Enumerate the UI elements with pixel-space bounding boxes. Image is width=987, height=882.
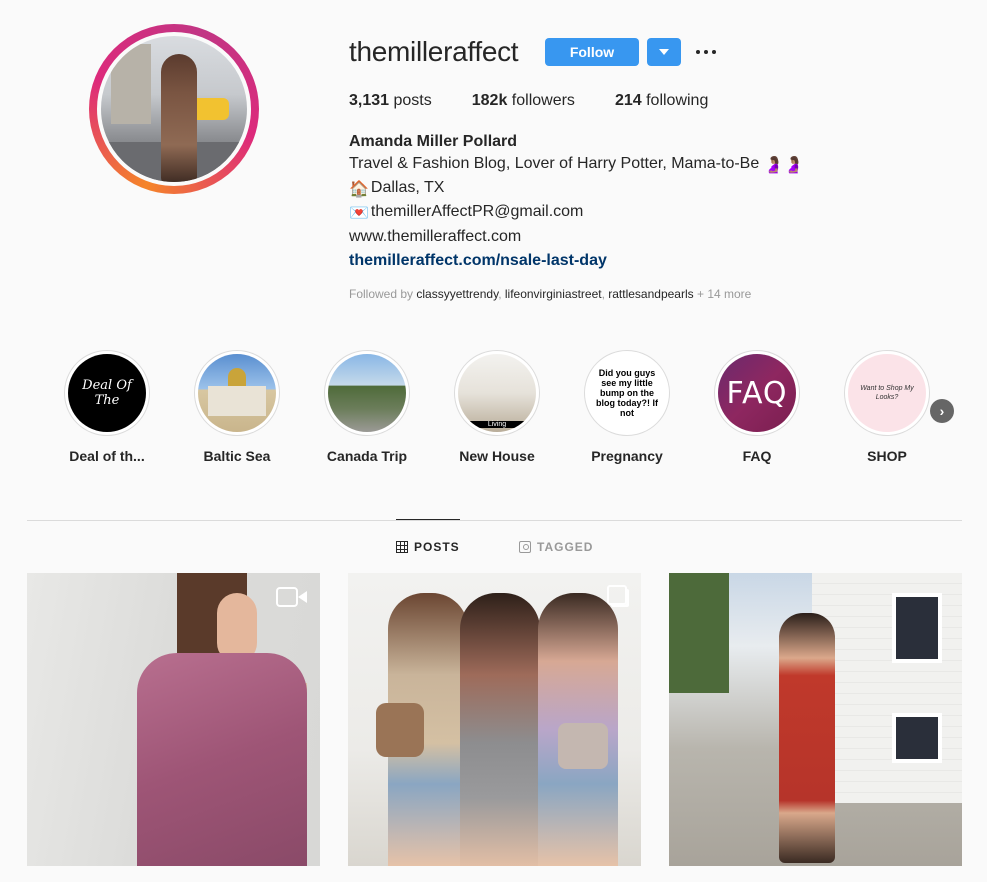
story-highlights: Deal Of The Deal of th... Baltic Sea Can…: [62, 350, 962, 470]
tab-label: POSTS: [414, 540, 460, 554]
house-emoji-icon: 🏠: [349, 181, 369, 198]
highlight-pregnancy[interactable]: Did you guys see my little bump on the b…: [582, 350, 672, 464]
followed-by-account[interactable]: rattlesandpearls: [608, 287, 693, 301]
followed-by-account[interactable]: classyyettrendy: [416, 287, 498, 301]
bio-line-3: 💌 themillerAffectPR@gmail.com: [349, 203, 583, 223]
followers-label[interactable]: followers: [512, 92, 575, 109]
bio-external-link[interactable]: themilleraffect.com/nsale-last-day: [349, 252, 607, 270]
highlight-shop[interactable]: Want to Shop My Looks? SHOP: [842, 350, 932, 464]
followed-by-more[interactable]: + 14 more: [697, 287, 751, 301]
highlight-cover: FAQ: [718, 354, 796, 432]
highlight-cover: [328, 354, 406, 432]
followers-count[interactable]: 182k: [472, 92, 508, 109]
posts-stat: 3,131 posts: [349, 92, 432, 110]
bio-email: themillerAffectPR@gmail.com: [370, 203, 584, 220]
followed-by-account[interactable]: lifeonvirginiastreet: [505, 287, 602, 301]
multiple-icon: [607, 585, 627, 605]
tagged-icon: [519, 541, 531, 553]
profile-avatar-ring[interactable]: [89, 24, 259, 194]
following-label[interactable]: following: [646, 92, 708, 109]
profile-stats: 3,131 posts 182k followers 214 following: [349, 92, 748, 110]
highlights-next-arrow-icon[interactable]: ›: [930, 399, 954, 423]
highlight-cover: Living: [458, 354, 536, 432]
suggested-dropdown-button[interactable]: [647, 38, 681, 66]
post-thumbnail[interactable]: [348, 573, 641, 866]
following-count[interactable]: 214: [615, 92, 642, 109]
highlight-label: Canada Trip: [326, 448, 408, 464]
post-thumbnail[interactable]: [669, 573, 962, 866]
active-tab-indicator: [396, 519, 460, 520]
pregnant-emoji-icon: 🤰🏽🤰🏽: [763, 157, 804, 174]
video-icon: [276, 587, 308, 607]
posts-count: 3,131: [349, 92, 390, 109]
followed-by-prefix: Followed by: [349, 287, 414, 301]
love-letter-emoji-icon: 💌: [349, 205, 369, 222]
posts-label: posts: [393, 92, 432, 109]
avatar-person: [161, 54, 197, 182]
highlight-deal-of-the-day[interactable]: Deal Of The Deal of th...: [62, 350, 152, 464]
more-options-icon[interactable]: [696, 40, 716, 64]
tabs-divider: [27, 520, 962, 521]
avatar-building: [111, 44, 151, 124]
post-thumbnail[interactable]: [27, 573, 320, 866]
profile-full-name: Amanda Miller Pollard: [349, 133, 518, 150]
followed-by[interactable]: Followed by classyyettrendy, lifeonvirgi…: [349, 287, 751, 301]
profile-avatar[interactable]: [97, 32, 251, 186]
bio-line-2: 🏠 Dallas, TX: [349, 179, 444, 199]
highlight-cover: Want to Shop My Looks?: [848, 354, 926, 432]
highlight-label: Deal of th...: [69, 448, 145, 464]
bio-text: Travel & Fashion Blog, Lover of Harry Po…: [349, 155, 760, 172]
bio-line-1: Travel & Fashion Blog, Lover of Harry Po…: [349, 155, 806, 175]
tab-tagged[interactable]: TAGGED: [519, 540, 593, 554]
highlight-cover: Did you guys see my little bump on the b…: [588, 354, 666, 432]
tab-label: TAGGED: [537, 540, 594, 554]
highlight-new-house[interactable]: Living New House: [452, 350, 542, 464]
profile-username: themilleraffect: [349, 36, 519, 67]
highlight-label: FAQ: [742, 448, 772, 464]
highlight-canada-trip[interactable]: Canada Trip: [322, 350, 412, 464]
highlight-label: SHOP: [867, 448, 907, 464]
followers-stat[interactable]: 182k followers: [472, 92, 575, 110]
highlight-baltic-sea[interactable]: Baltic Sea: [192, 350, 282, 464]
bio-website-text: www.themilleraffect.com: [349, 228, 522, 245]
highlight-cover: [198, 354, 276, 432]
highlight-cover: Deal Of The: [68, 354, 146, 432]
follow-button[interactable]: Follow: [545, 38, 639, 66]
following-stat[interactable]: 214 following: [615, 92, 708, 110]
highlight-label: Baltic Sea: [203, 448, 271, 464]
highlight-faq[interactable]: FAQ FAQ: [712, 350, 802, 464]
grid-icon: [396, 541, 408, 553]
chevron-down-icon: [659, 49, 669, 55]
highlight-label: New House: [459, 448, 535, 464]
bio-location: Dallas, TX: [370, 179, 445, 196]
highlight-label: Pregnancy: [591, 448, 663, 464]
tab-posts[interactable]: POSTS: [396, 540, 460, 554]
